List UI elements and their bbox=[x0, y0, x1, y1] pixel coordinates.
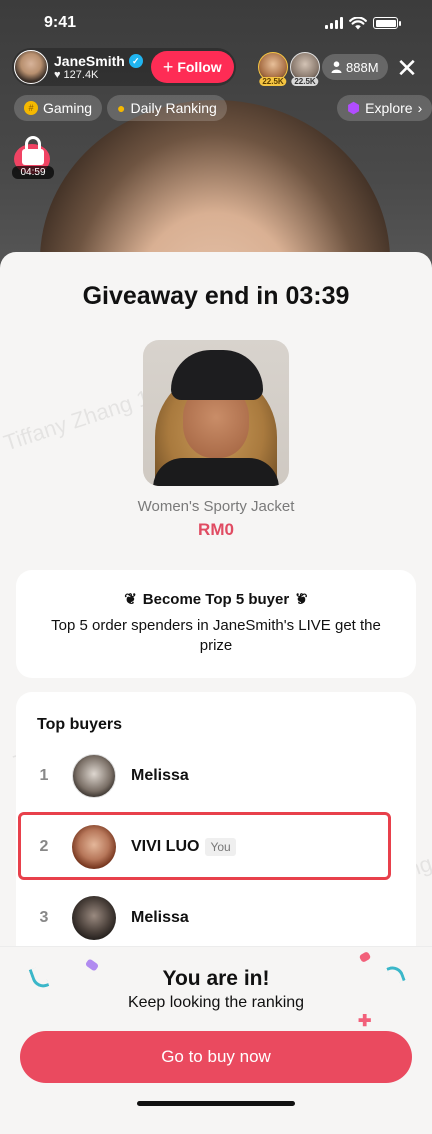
buyer-rank: 1 bbox=[39, 767, 49, 784]
home-indicator bbox=[137, 1101, 295, 1106]
footer: ✚ You are in! Keep looking the ranking G… bbox=[0, 946, 432, 1134]
gaming-label: Gaming bbox=[43, 100, 93, 116]
rule-card: ❦ Become Top 5 buyer ❦ Top 5 order spend… bbox=[16, 570, 416, 678]
gaming-chip[interactable]: # Gaming bbox=[14, 95, 103, 121]
footer-subtitle: Keep looking the ranking bbox=[127, 994, 305, 1011]
buyer-row[interactable]: 3 Melissa bbox=[16, 888, 416, 948]
daily-ranking-label: Daily Ranking bbox=[130, 100, 217, 116]
explore-chip[interactable]: ⬢ Explore › bbox=[337, 95, 432, 121]
laurel-left-icon: ❦ bbox=[124, 591, 137, 608]
chevron-right-icon: › bbox=[417, 100, 423, 116]
viewer-count-value: 888M bbox=[346, 59, 379, 75]
person-icon bbox=[331, 61, 342, 73]
current-user-highlight bbox=[18, 812, 391, 880]
giveaway-title: Giveaway end in 03:39 bbox=[82, 282, 350, 310]
product-name: Women's Sporty Jacket bbox=[137, 498, 295, 515]
top-buyers-title: Top buyers bbox=[37, 716, 123, 733]
wifi-icon bbox=[349, 16, 367, 29]
buyer-rank: 3 bbox=[39, 909, 49, 926]
viewer-avatar[interactable]: 22.5K bbox=[258, 52, 288, 86]
buyer-avatar bbox=[72, 896, 116, 940]
host-likes: ♥ 127.4K bbox=[54, 69, 143, 81]
status-time: 9:41 bbox=[44, 14, 77, 31]
buyer-name: Melissa bbox=[131, 767, 189, 784]
battery-icon bbox=[373, 17, 401, 29]
host-avatar[interactable] bbox=[14, 50, 48, 84]
explore-label: Explore bbox=[365, 100, 413, 116]
explore-icon: ⬢ bbox=[347, 100, 361, 117]
confetti-icon bbox=[358, 951, 372, 963]
signal-icon bbox=[325, 17, 343, 29]
buyer-name: Melissa bbox=[131, 909, 189, 926]
plus-icon: + bbox=[162, 57, 174, 77]
product-image[interactable] bbox=[143, 340, 289, 486]
rule-title-row: ❦ Become Top 5 buyer ❦ bbox=[16, 590, 416, 609]
host-profile[interactable]: JaneSmith ✓ ♥ 127.4K + Follow bbox=[12, 48, 236, 86]
go-to-buy-button[interactable]: Go to buy now bbox=[20, 1031, 412, 1083]
close-icon[interactable]: ✕ bbox=[393, 54, 421, 82]
product-price: RM0 bbox=[198, 520, 234, 539]
viewer-avatar[interactable]: 22.5K bbox=[290, 52, 320, 86]
follow-button[interactable]: + Follow bbox=[150, 51, 234, 83]
giveaway-lock-badge[interactable]: 04:59 bbox=[12, 136, 54, 180]
rule-description: Top 5 order spenders in JaneSmith's LIVE… bbox=[51, 617, 381, 654]
verified-icon: ✓ bbox=[128, 54, 143, 68]
host-bar: JaneSmith ✓ ♥ 127.4K + Follow bbox=[12, 48, 236, 86]
follow-label: Follow bbox=[177, 59, 222, 75]
buyer-row[interactable]: 1 Melissa bbox=[16, 746, 416, 806]
status-bar: 9:41 bbox=[0, 0, 432, 46]
daily-ranking-chip[interactable]: ● Daily Ranking bbox=[107, 95, 227, 121]
footer-title: You are in! bbox=[162, 967, 270, 990]
heart-icon: ♥ bbox=[54, 69, 61, 81]
laurel-right-icon: ❦ bbox=[295, 591, 308, 608]
giveaway-sheet: Tiffany Zhang 1948 Tiffany Zhang 1948 Ti… bbox=[0, 252, 432, 1134]
drop-icon: ● bbox=[117, 100, 126, 116]
host-name: JaneSmith bbox=[54, 53, 125, 69]
viewer-badge: 22.5K bbox=[291, 77, 319, 86]
lock-timer: 04:59 bbox=[12, 166, 54, 179]
status-icons bbox=[325, 16, 401, 30]
viewer-badge: 22.5K bbox=[259, 77, 287, 86]
host-likes-count: 127.4K bbox=[63, 69, 99, 81]
buyer-avatar bbox=[72, 754, 116, 798]
confetti-icon: ✚ bbox=[358, 1013, 372, 1030]
top-viewers: 22.5K 22.5K bbox=[258, 52, 322, 86]
rule-title: Become Top 5 buyer bbox=[142, 590, 290, 608]
host-info: JaneSmith ✓ ♥ 127.4K bbox=[54, 53, 143, 81]
gaming-icon: # bbox=[24, 101, 38, 115]
viewer-count[interactable]: 888M bbox=[322, 54, 388, 80]
